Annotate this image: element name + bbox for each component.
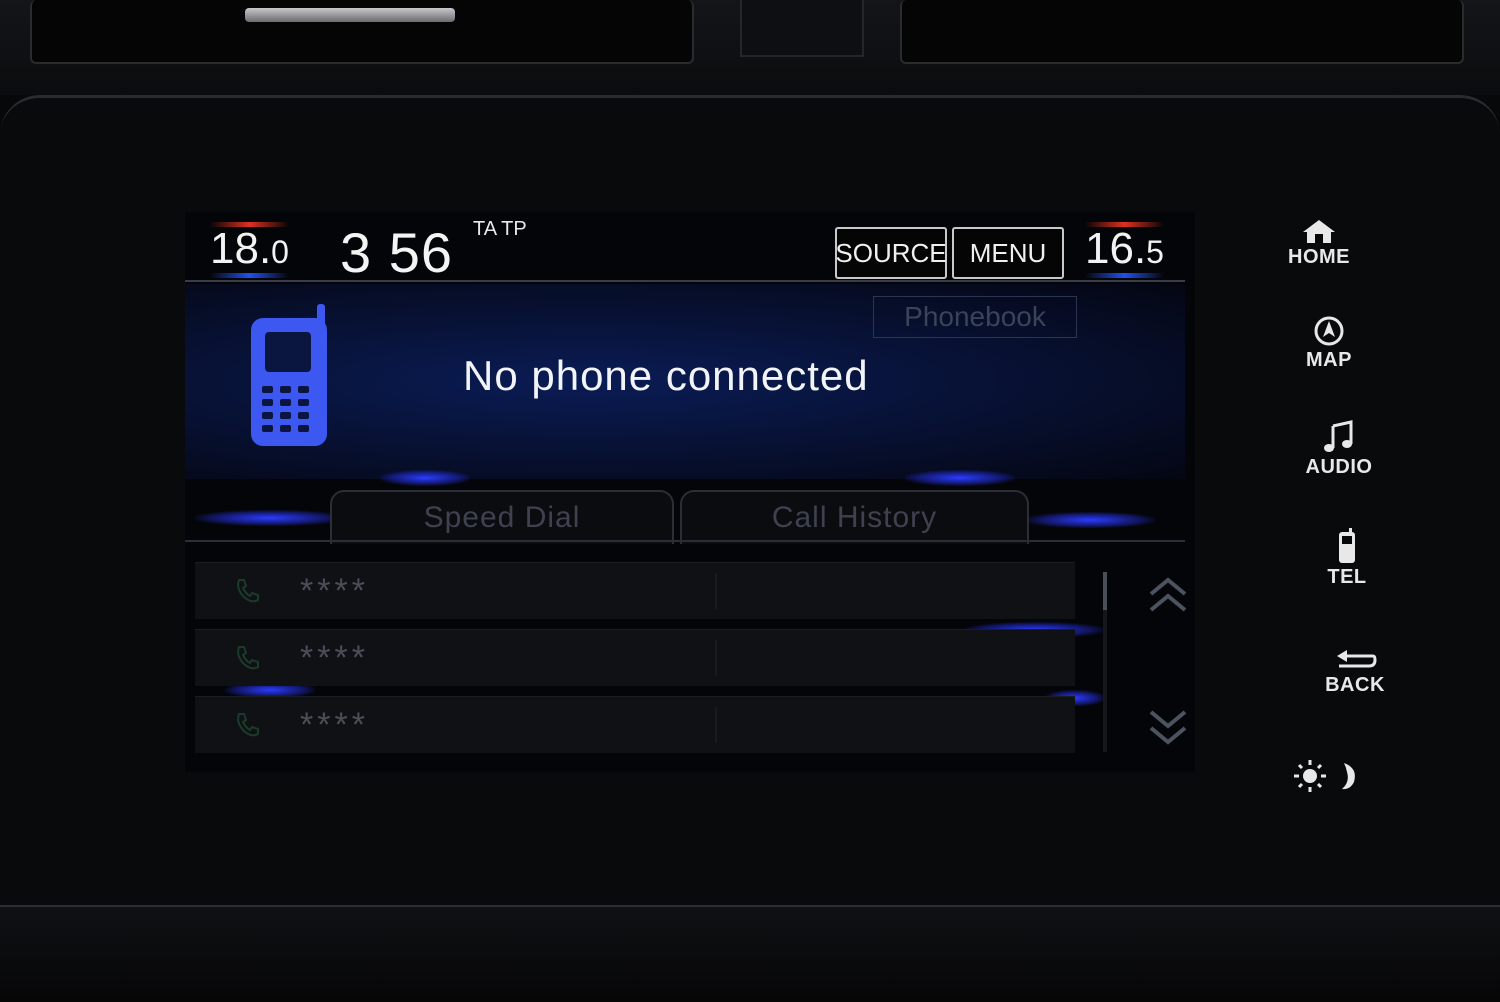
compass-icon	[1314, 316, 1344, 346]
source-button[interactable]: SOURCE	[835, 227, 947, 279]
hard-key-column: HOME MAP AUDIO TEL BACK	[1270, 210, 1400, 810]
infotainment-screen: 18.0 3 56 TA TP SOURCE MENU 16.5 Phonebo…	[185, 212, 1195, 772]
list-item[interactable]: ****	[195, 562, 1075, 619]
tel-key[interactable]: TEL	[1282, 528, 1412, 589]
mobile-phone-icon	[251, 304, 327, 446]
back-key-label: BACK	[1325, 674, 1385, 696]
status-bar: 18.0 3 56 TA TP SOURCE MENU 16.5	[185, 212, 1185, 284]
tab-divider-line	[185, 540, 1185, 542]
row-divider	[715, 573, 717, 609]
map-key-label: MAP	[1306, 349, 1352, 371]
dashboard-vent	[0, 0, 1500, 95]
brightness-key[interactable]	[1292, 758, 1422, 794]
map-key[interactable]: MAP	[1264, 315, 1394, 372]
audio-key-label: AUDIO	[1305, 456, 1373, 478]
connection-message: No phone connected	[463, 352, 869, 399]
audio-key[interactable]: AUDIO	[1274, 420, 1404, 479]
vent-center-clip	[740, 0, 864, 57]
house-icon	[1303, 220, 1335, 243]
double-chevron-up-icon[interactable]	[1145, 572, 1191, 618]
passenger-temperature[interactable]: 16.5	[1085, 222, 1164, 278]
contact-name: ****	[300, 705, 369, 744]
phone-status-panel: Phonebook No phone connected	[185, 284, 1185, 479]
handset-icon	[237, 646, 259, 670]
list-item[interactable]: ****	[195, 696, 1075, 753]
vent-control-bar	[245, 8, 455, 22]
music-note-icon	[1324, 420, 1353, 452]
row-divider	[715, 640, 717, 676]
handset-icon	[237, 579, 259, 603]
vent-slot-right	[900, 0, 1464, 64]
tab-call-history[interactable]: Call History	[680, 490, 1029, 544]
driver-temperature[interactable]: 18.0	[210, 222, 289, 278]
list-scrollbar[interactable]	[1103, 572, 1107, 752]
home-key-label: HOME	[1288, 246, 1350, 268]
contact-name: ****	[300, 571, 369, 610]
dashboard-trim	[0, 905, 1500, 1002]
tab-speed-dial[interactable]: Speed Dial	[330, 490, 674, 544]
speed-dial-list: **** **** ****	[195, 562, 1075, 763]
clock: 3 56	[340, 221, 453, 284]
list-item[interactable]: ****	[195, 629, 1075, 686]
contact-name: ****	[300, 638, 369, 677]
tel-key-label: TEL	[1327, 566, 1367, 588]
back-arrow-icon	[1337, 650, 1377, 668]
phone-icon	[1339, 528, 1355, 563]
phonebook-button[interactable]: Phonebook	[873, 296, 1077, 338]
menu-button[interactable]: MENU	[952, 227, 1064, 279]
phone-tabs: Speed Dial Call History	[185, 482, 1185, 544]
double-chevron-down-icon[interactable]	[1145, 704, 1191, 750]
handset-icon	[237, 713, 259, 737]
row-divider	[715, 707, 717, 743]
sun-moon-icon	[1294, 760, 1355, 792]
ta-tp-indicator: TA TP	[473, 218, 527, 240]
home-key[interactable]: HOME	[1254, 218, 1384, 269]
back-key[interactable]: BACK	[1290, 648, 1420, 697]
scrollbar-thumb[interactable]	[1103, 572, 1107, 610]
